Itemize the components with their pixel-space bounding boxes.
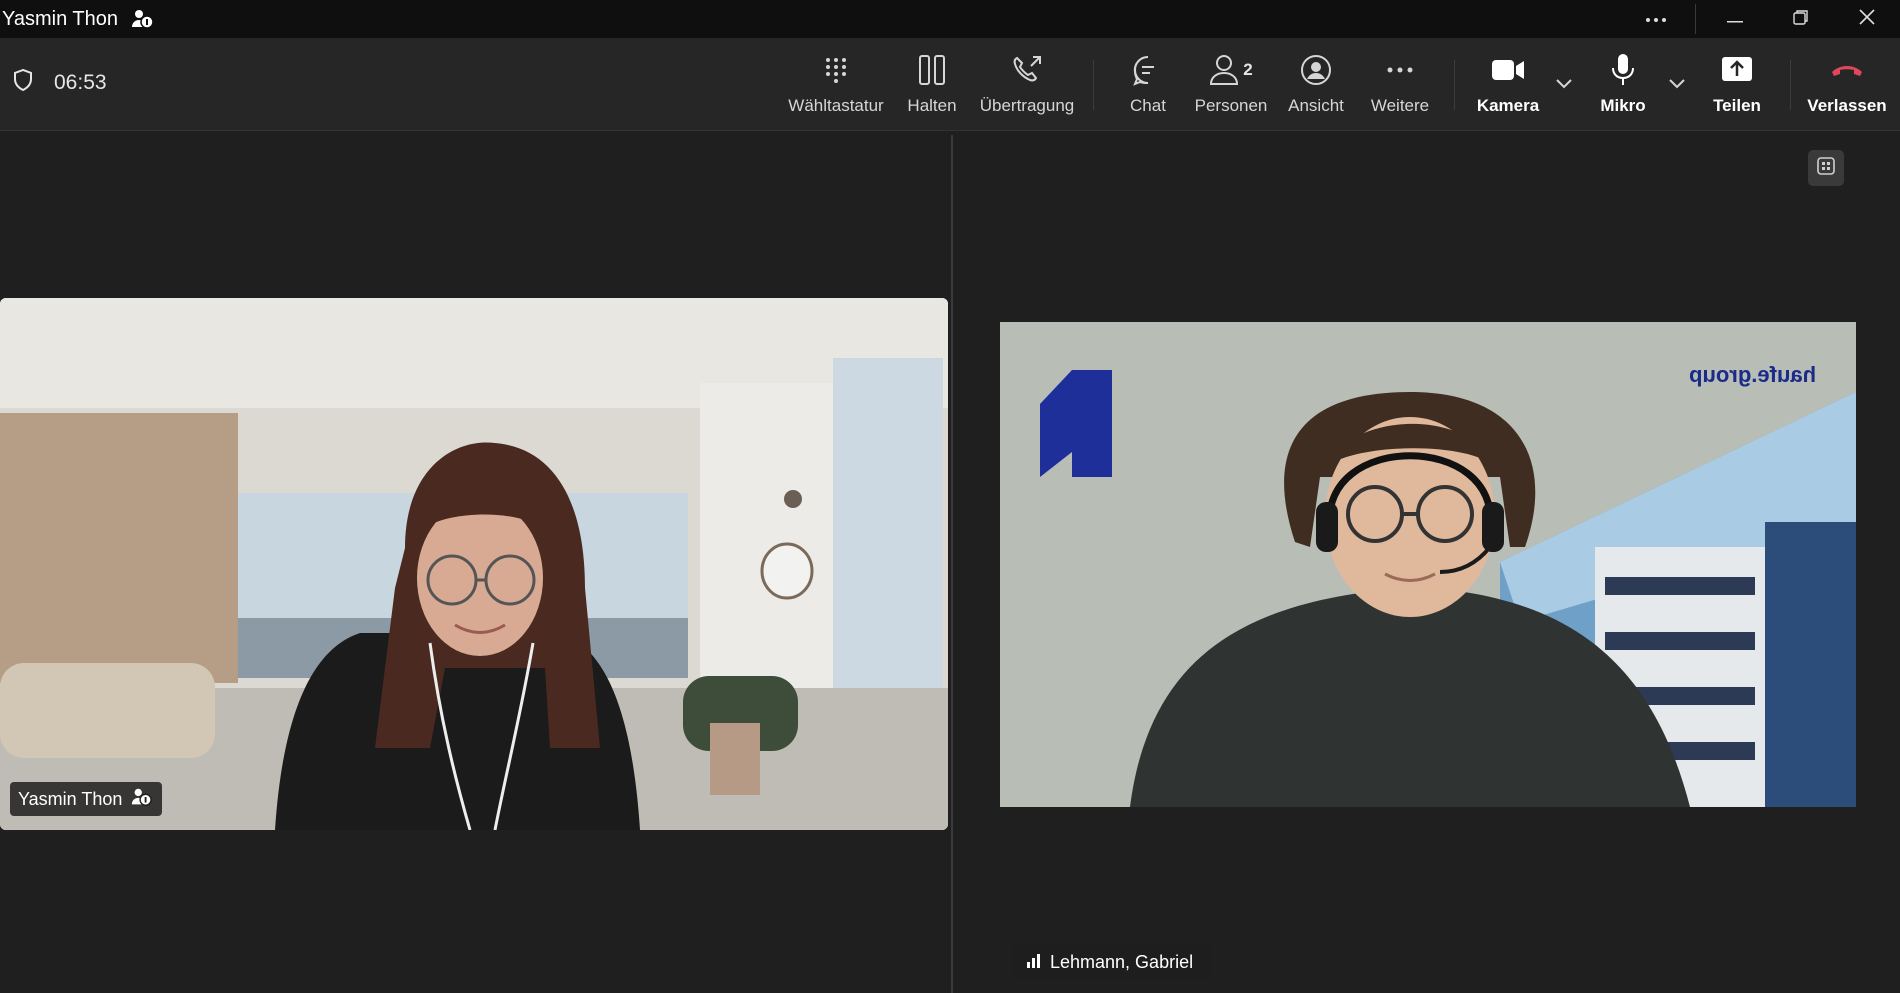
layout-toggle-button[interactable] [1808, 150, 1844, 186]
stage-divider [951, 135, 953, 993]
camera-options-chevron-icon[interactable] [1556, 76, 1572, 94]
title-bar: Yasmin Thon [0, 0, 1900, 38]
participant-video-yasmin[interactable]: Yasmin Thon [0, 298, 948, 830]
call-timer: 06:53 [12, 68, 107, 97]
hang-up-icon [1830, 50, 1864, 90]
mic-button[interactable]: Mikro [1598, 50, 1648, 122]
brand-logo-text: haufe.group [1688, 362, 1816, 387]
hold-button[interactable]: Halten [904, 50, 960, 122]
meeting-toolbar: 06:53 Wähltastatur Halten Übertragung Ch… [0, 38, 1900, 131]
hold-label: Halten [907, 96, 957, 115]
chat-button[interactable]: Chat [1122, 50, 1174, 122]
video-feed-right [1000, 322, 1856, 807]
ellipsis-icon [1386, 50, 1414, 90]
camera-icon [1491, 50, 1525, 90]
microphone-icon [1610, 50, 1636, 90]
pause-icon [918, 50, 946, 90]
more-actions-button[interactable]: Weitere [1370, 50, 1430, 122]
restore-icon [1793, 9, 1809, 30]
more-actions-label: Weitere [1370, 96, 1430, 115]
toolbar-separator [1093, 60, 1094, 110]
window-title: Yasmin Thon [2, 7, 118, 30]
mic-label: Mikro [1600, 96, 1646, 115]
transfer-button[interactable]: Übertragung [978, 50, 1076, 122]
more-options-button[interactable] [1623, 0, 1689, 38]
chat-icon [1132, 50, 1164, 90]
dialpad-button[interactable]: Wähltastatur [788, 50, 884, 122]
participant-name-tag: Yasmin Thon [10, 782, 163, 816]
shield-icon [12, 68, 34, 97]
view-icon [1300, 50, 1332, 90]
video-feed-left [0, 298, 948, 830]
signal-strength-icon [1026, 952, 1042, 973]
camera-button[interactable]: Kamera [1476, 50, 1540, 122]
dialpad-icon [824, 50, 848, 90]
dialpad-label: Wähltastatur [788, 96, 884, 115]
mic-options-chevron-icon[interactable] [1669, 76, 1685, 94]
minimize-icon [1727, 10, 1743, 28]
people-count: 2 [1243, 60, 1253, 79]
camera-label: Kamera [1476, 96, 1540, 115]
participant-name: Yasmin Thon [18, 788, 123, 809]
share-screen-icon [1721, 50, 1753, 90]
view-label: Ansicht [1288, 96, 1344, 115]
participant-video-gabriel[interactable]: haufe.group [1000, 322, 1856, 807]
minimize-button[interactable] [1702, 0, 1768, 38]
share-button[interactable]: Teilen [1712, 50, 1762, 122]
toolbar-separator [1454, 60, 1455, 110]
call-transfer-icon [1011, 50, 1043, 90]
close-icon [1859, 8, 1875, 30]
restore-button[interactable] [1768, 0, 1834, 38]
share-label: Teilen [1713, 96, 1761, 115]
org-member-icon [130, 786, 153, 813]
timer-text: 06:53 [54, 70, 107, 94]
toolbar-separator [1790, 60, 1791, 110]
leave-button[interactable]: Verlassen [1807, 50, 1887, 122]
participant-name: Lehmann, Gabriel [1050, 951, 1194, 972]
chat-label: Chat [1130, 96, 1166, 115]
people-label: Personen [1194, 96, 1268, 115]
leave-label: Verlassen [1807, 96, 1887, 115]
more-icon [1645, 10, 1667, 28]
participant-name-tag: Lehmann, Gabriel [1012, 945, 1212, 979]
close-button[interactable] [1834, 0, 1900, 38]
separator [1695, 4, 1696, 34]
people-icon: 2 [1209, 50, 1253, 90]
org-member-icon [130, 7, 154, 31]
view-button[interactable]: Ansicht [1288, 50, 1344, 122]
people-button[interactable]: 2 Personen [1194, 50, 1268, 122]
layout-grid-icon [1817, 156, 1835, 180]
transfer-label: Übertragung [979, 96, 1075, 115]
